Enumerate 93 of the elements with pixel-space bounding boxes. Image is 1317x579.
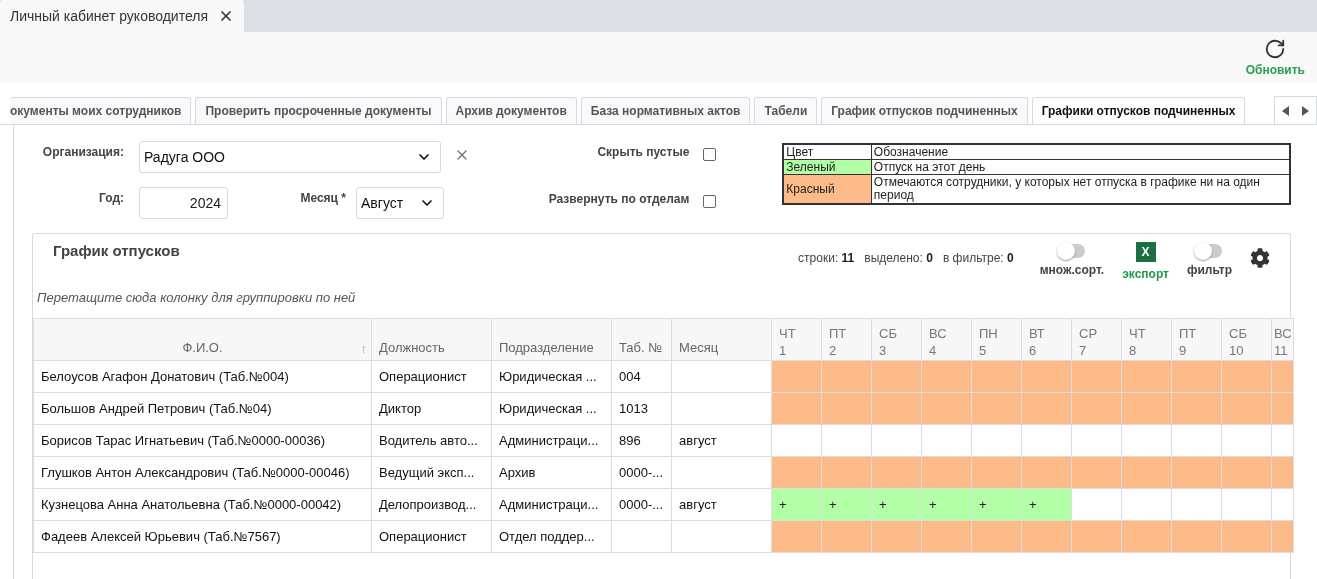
- export-button[interactable]: X экспорт: [1122, 242, 1169, 281]
- position-cell: Диктор: [371, 392, 492, 425]
- name-cell: Кузнецова Анна Анатольевна (Таб.№0000-00042): [33, 488, 372, 521]
- year-field[interactable]: 2024: [139, 187, 228, 219]
- day-cell: +: [1021, 488, 1072, 521]
- toggle-switch[interactable]: множ.сорт.: [1039, 242, 1105, 277]
- close-icon[interactable]: [218, 8, 234, 24]
- option-label: Скрыть пустые: [597, 144, 690, 159]
- position-cell: Ведущий эксп...: [371, 456, 492, 489]
- column-header[interactable]: Ф.И.О. ↑: [33, 318, 372, 361]
- tab[interactable]: Проверить просроченные документы: [195, 97, 442, 124]
- toggle-label: множ.сорт.: [1039, 263, 1105, 277]
- day-column-header[interactable]: ПН 5: [971, 318, 1022, 361]
- toggle-switch[interactable]: фильтр: [1186, 242, 1232, 277]
- settings-icon: [1250, 248, 1270, 268]
- window-tab-title: Личный кабинет руководителя: [10, 8, 208, 24]
- tab[interactable]: Графики отпусков подчиненных: [1031, 97, 1246, 124]
- window-tab[interactable]: Личный кабинет руководителя: [0, 0, 244, 32]
- name-cell: Белоусов Агафон Донатович (Таб.№004): [33, 360, 372, 393]
- export-label: экспорт: [1122, 267, 1169, 281]
- grid-stat: строки: 11: [798, 251, 855, 265]
- spreadsheet-icon: X: [1135, 242, 1156, 262]
- day-cell: +: [771, 488, 822, 521]
- name-cell: Фадеев Алексей Юрьевич (Таб.№7567): [33, 520, 372, 553]
- tab-number-cell: 0000-...: [611, 488, 672, 521]
- tab[interactable]: Табели: [754, 97, 818, 124]
- day-column-header[interactable]: ВС 4: [921, 318, 972, 361]
- tab-number-cell: 004: [611, 360, 672, 393]
- position-cell: Операционист: [371, 520, 492, 553]
- refresh-button[interactable]: Обновить: [1245, 37, 1305, 77]
- department-cell: Отдел поддер...: [491, 520, 612, 553]
- tab[interactable]: График отпусков подчиненных: [821, 97, 1028, 124]
- day-column-header[interactable]: ВТ 6: [1021, 318, 1072, 361]
- refresh-icon: [1264, 37, 1287, 60]
- group-hint: Перетащите сюда колонку для группировки по ней: [36, 290, 357, 307]
- column-header[interactable]: Подразделение: [491, 318, 612, 361]
- grid-title: График отпусков: [53, 242, 180, 261]
- option-label: Развернуть по отделам: [548, 191, 690, 206]
- legend-color-cell: Красный: [783, 174, 872, 204]
- checkbox[interactable]: [703, 195, 717, 208]
- column-header[interactable]: Должность: [371, 318, 492, 361]
- day-column-header[interactable]: ПТ 9: [1171, 318, 1222, 361]
- column-header[interactable]: Таб. №: [611, 318, 672, 361]
- grid-stat: в фильтре: 0: [942, 251, 1014, 265]
- column-header[interactable]: Месяц: [671, 318, 772, 361]
- grid-stat: выделено: 0: [864, 251, 933, 265]
- organization-select[interactable]: Радуга ООО: [139, 141, 441, 173]
- day-cell: +: [921, 488, 972, 521]
- toggle-label: фильтр: [1186, 263, 1232, 277]
- department-cell: Администраци...: [491, 424, 612, 457]
- day-column-header[interactable]: ПТ 2: [821, 318, 872, 361]
- department-cell: Архив: [491, 456, 612, 489]
- checkbox[interactable]: [703, 148, 717, 161]
- tab[interactable]: База нормативных актов: [580, 97, 751, 124]
- switch-track[interactable]: [1058, 244, 1085, 258]
- legend-meaning: Отмечаются сотрудники, у которых нет отпуска в графике ни на один период: [871, 174, 1290, 204]
- left-arrow-icon[interactable]: [1281, 105, 1289, 116]
- day-column-header[interactable]: СБ 10: [1221, 318, 1272, 361]
- day-cell: +: [821, 488, 872, 521]
- department-cell: Юридическая ...: [491, 360, 612, 393]
- right-arrow-icon[interactable]: [1302, 105, 1310, 116]
- tab-number-cell: 896: [611, 424, 672, 457]
- day-column-header[interactable]: ЧТ 8: [1121, 318, 1172, 361]
- position-cell: Операционист: [371, 360, 492, 393]
- department-cell: Юридическая ...: [491, 392, 612, 425]
- day-column-header[interactable]: ВС 11: [1271, 318, 1294, 361]
- settings-button[interactable]: [1250, 248, 1270, 268]
- department-cell: Администраци...: [491, 488, 612, 521]
- month-cell: август: [671, 488, 772, 521]
- month-label: Месяц *: [299, 190, 346, 207]
- name-cell: Большов Андрей Петрович (Таб.№04): [33, 392, 372, 425]
- name-cell: Борисов Тарас Игнатьевич (Таб.№0000-00036): [33, 424, 372, 457]
- tab[interactable]: окументы моих сотрудников: [10, 97, 192, 124]
- day-cell: +: [971, 488, 1022, 521]
- month-select[interactable]: Август: [356, 187, 444, 219]
- name-cell: Глушков Антон Александрович (Таб.№0000-00046): [33, 456, 372, 489]
- organization-label: Организация:: [41, 144, 124, 161]
- year-label: Год:: [98, 190, 124, 207]
- position-cell: Водитель авто...: [371, 424, 492, 457]
- tab[interactable]: Архив документов: [445, 97, 577, 124]
- position-cell: Делопроизвод...: [371, 488, 492, 521]
- tab-number-cell: 1013: [611, 392, 672, 425]
- switch-track[interactable]: [1196, 244, 1223, 258]
- tab-scroll-buttons[interactable]: [1274, 96, 1317, 124]
- legend-header: Обозначение: [871, 144, 1290, 160]
- tab-number-cell: 0000-...: [611, 456, 672, 489]
- day-cell: +: [871, 488, 922, 521]
- day-column-header[interactable]: ЧТ 1: [771, 318, 822, 361]
- legend-header: Цвет: [783, 144, 872, 160]
- month-cell: август: [671, 424, 772, 457]
- day-column-header[interactable]: СБ 3: [871, 318, 922, 361]
- day-column-header[interactable]: СР 7: [1071, 318, 1122, 361]
- sort-indicator: ↑: [360, 341, 367, 356]
